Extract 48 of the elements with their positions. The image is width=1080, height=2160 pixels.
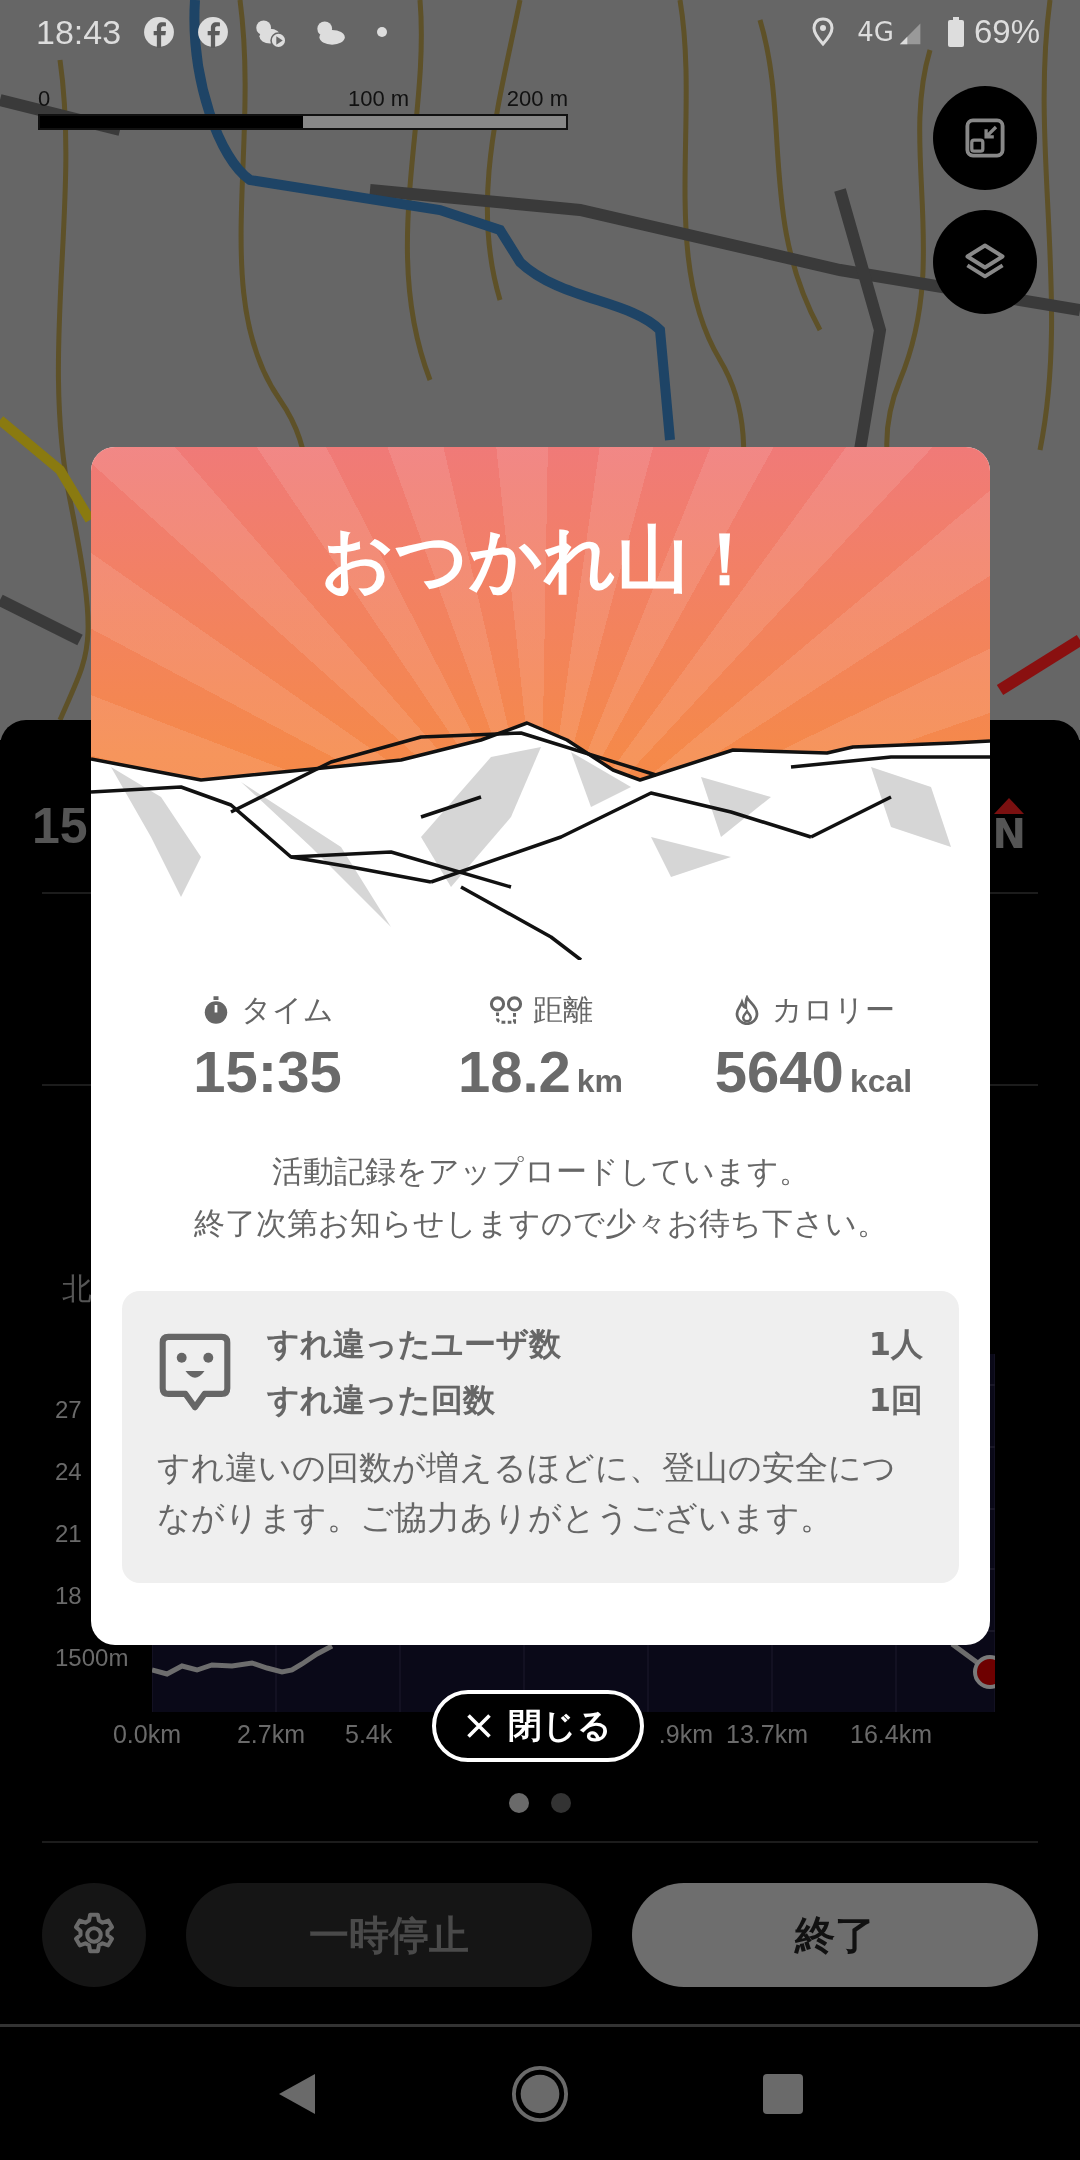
- axis-label: 18: [55, 1581, 83, 1611]
- encounter-count: 1回: [868, 1380, 923, 1421]
- scale-label: 200 m: [506, 86, 568, 112]
- axis-label: 27: [55, 1395, 83, 1425]
- network-type: 4G: [857, 17, 894, 47]
- chart-title: 北: [62, 1270, 93, 1308]
- facebook-icon: [143, 16, 176, 48]
- encounter-label: すれ違ったユーザ数: [267, 1324, 561, 1365]
- dialog-title: おつかれ山！: [319, 516, 762, 603]
- page-indicator-dot[interactable]: [509, 1793, 529, 1813]
- axis-label: .9km: [658, 1720, 713, 1749]
- home-icon[interactable]: [511, 2064, 569, 2123]
- axis-label: 1500m: [55, 1643, 130, 1673]
- north-arrow-icon: [994, 798, 1025, 814]
- axis-label: 2.7km: [235, 1720, 307, 1749]
- upload-message: 活動記録をアップロードしています。: [270, 1152, 811, 1191]
- stat-value: 18.2 km: [457, 1038, 624, 1105]
- route-pins-icon: [488, 995, 523, 1025]
- axis-label: 21: [55, 1519, 83, 1549]
- stat-label: 距離: [532, 990, 593, 1029]
- encounter-note: すれ違いの回数が増えるほどに、登山の安全につながります。ご協力ありがとうございます。: [157, 1447, 897, 1539]
- page-indicator-dot[interactable]: [551, 1793, 571, 1813]
- back-icon[interactable]: [277, 2071, 317, 2116]
- close-button[interactable]: 閉じる: [432, 1690, 644, 1762]
- axis-label: 16.4km: [849, 1720, 933, 1749]
- finish-button[interactable]: 終了: [632, 1883, 1038, 1987]
- recents-icon[interactable]: [763, 2073, 803, 2114]
- stat-value: 5640 kcal: [714, 1038, 913, 1105]
- scale-label: 0: [38, 86, 51, 112]
- stat-value: 15:35: [193, 1038, 342, 1105]
- facebook-icon: [197, 16, 230, 48]
- notification-dot-icon: [377, 27, 388, 37]
- battery-level: 69%: [973, 13, 1040, 51]
- status-time: 18:43: [36, 12, 122, 52]
- location-icon: [811, 17, 836, 47]
- battery-icon: [947, 17, 964, 47]
- encounter-label: すれ違った回数: [267, 1380, 495, 1421]
- scale-label: 100 m: [347, 86, 410, 112]
- shrink-icon: [963, 116, 1007, 160]
- stat-label: カロリー: [772, 990, 895, 1029]
- axis-label: 24: [55, 1457, 83, 1487]
- axis-label: 5.4k: [345, 1720, 393, 1749]
- axis-label: 0.0km: [111, 1720, 183, 1749]
- compass-label: N: [992, 814, 1026, 854]
- stat-label: タイム: [241, 990, 334, 1029]
- elapsed-time: 15: [32, 797, 88, 855]
- upload-message: 終了次第お知らせしますので少々お待ち下さい。: [192, 1204, 889, 1243]
- encounter-count: 1人: [868, 1324, 923, 1365]
